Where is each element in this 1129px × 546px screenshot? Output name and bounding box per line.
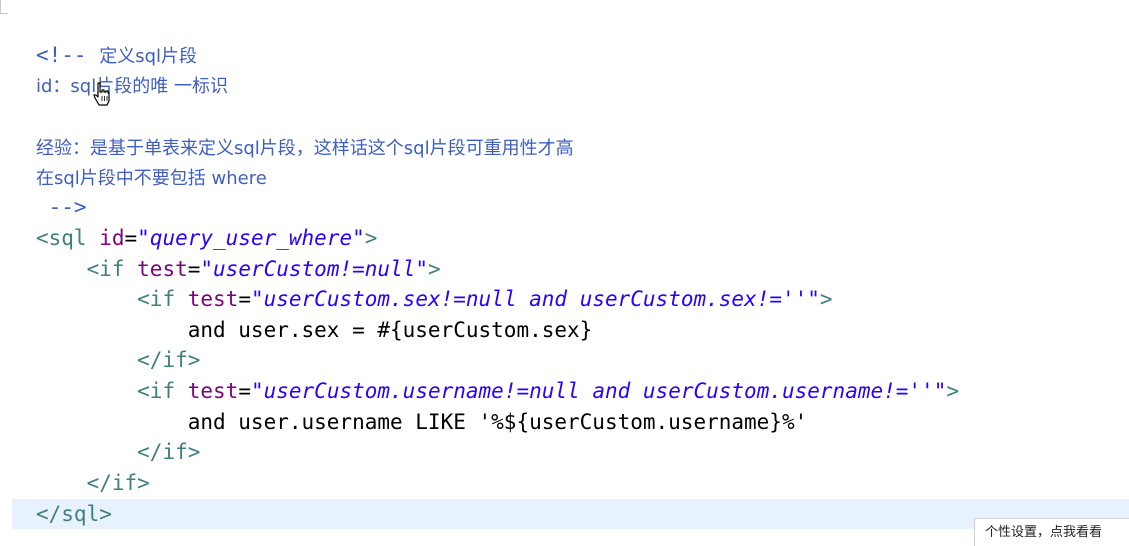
attribute-name: test bbox=[187, 287, 239, 311]
tag-open: <if bbox=[137, 287, 188, 311]
code-line-2: id：sql片段的唯 一标识 bbox=[36, 70, 228, 100]
attribute-equals: = bbox=[238, 379, 251, 403]
tag-close: > bbox=[946, 379, 959, 403]
code-line-11: </if> bbox=[36, 345, 200, 375]
editor-left-rule bbox=[0, 0, 1, 14]
attribute-name: id bbox=[99, 226, 125, 250]
tag-close: > bbox=[819, 287, 833, 311]
tag-open: <if bbox=[137, 379, 188, 403]
attribute-value: "userCustom.username!=null and userCusto… bbox=[250, 379, 947, 403]
code-line-7: <sql id="query_user_where"> bbox=[36, 223, 377, 253]
code-editor[interactable]: <!-- 定义sql片段 id：sql片段的唯 一标识 经验：是基于单表来定义s… bbox=[0, 0, 1129, 546]
personal-settings-tooltip[interactable]: 个性设置，点我看看 bbox=[974, 518, 1129, 546]
attribute-name: test bbox=[187, 379, 239, 403]
attribute-name: test bbox=[137, 257, 188, 281]
code-line-4: 经验：是基于单表来定义sql片段，这样话这个sql片段可重用性才高 bbox=[36, 132, 574, 162]
code-line-10: and user.sex = #{userCustom.sex} bbox=[36, 315, 593, 345]
tag-close: > bbox=[427, 257, 441, 281]
comment-close: --> bbox=[36, 195, 87, 219]
attribute-equals: = bbox=[124, 226, 138, 250]
code-line-9: <if test="userCustom.sex!=null and userC… bbox=[36, 284, 833, 314]
code-line-5: 在sql片段中不要包括 where bbox=[36, 162, 267, 192]
end-tag: </if> bbox=[137, 348, 201, 372]
code-line-15: </if> bbox=[36, 468, 150, 498]
attribute-value: "userCustom.sex!=null and userCustom.sex… bbox=[250, 287, 820, 311]
attribute-equals: = bbox=[238, 287, 251, 311]
attribute-value: "userCustom!=null" bbox=[200, 257, 428, 281]
sql-text: and user.username LIKE '%${userCustom.us… bbox=[187, 410, 808, 434]
comment-text: 在sql片段中不要包括 where bbox=[36, 168, 267, 189]
code-line-8: <if test="userCustom!=null"> bbox=[36, 254, 441, 284]
code-line-14: </if> bbox=[36, 437, 200, 467]
code-line-1: <!-- 定义sql片段 bbox=[36, 40, 197, 70]
comment-text: id：sql片段的唯 一标识 bbox=[36, 76, 228, 97]
current-line-highlight bbox=[12, 499, 1129, 529]
comment-text: 定义sql片段 bbox=[99, 46, 198, 67]
tag-open: <sql bbox=[36, 226, 100, 250]
comment-text: 经验：是基于单表来定义sql片段，这样话这个sql片段可重用性才高 bbox=[36, 138, 574, 159]
code-line-6: --> bbox=[36, 192, 87, 222]
end-tag: </sql> bbox=[36, 502, 112, 526]
end-tag: </if> bbox=[86, 471, 150, 495]
sql-text: and user.sex = #{userCustom.sex} bbox=[187, 318, 593, 342]
attribute-equals: = bbox=[187, 257, 201, 281]
end-tag: </if> bbox=[137, 440, 201, 464]
attribute-value: "query_user_where" bbox=[137, 226, 365, 250]
tag-close: > bbox=[364, 226, 378, 250]
code-line-12: <if test="userCustom.username!=null and … bbox=[36, 376, 959, 406]
comment-open: <!-- bbox=[36, 43, 100, 67]
tag-open: <if bbox=[86, 257, 138, 281]
hand-pointer-icon bbox=[93, 82, 110, 106]
code-line-16: </sql> bbox=[36, 499, 112, 529]
code-line-13: and user.username LIKE '%${userCustom.us… bbox=[36, 407, 808, 437]
editor-left-rule-tick bbox=[0, 13, 8, 14]
